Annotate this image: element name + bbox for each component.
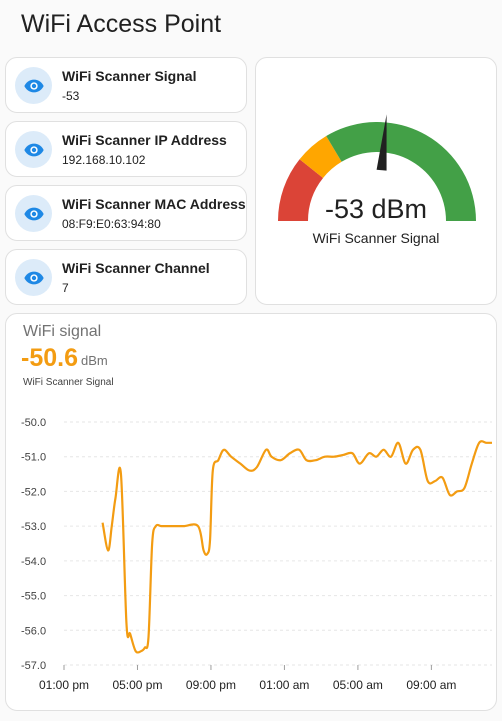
eye-icon <box>15 259 52 296</box>
line-chart: -50.0 -51.0 -52.0 -53.0 -54.0 -55.0 -56.0 -57.0… <box>21 417 492 692</box>
y-tick-label: -50.0 <box>21 417 46 429</box>
gauge-dial <box>278 114 477 221</box>
eye-icon <box>15 195 52 232</box>
entity-state: 08:F9:E0:63:94:80 <box>62 217 161 231</box>
x-tick-label: 05:00 am <box>333 678 383 692</box>
entity-name: WiFi Scanner IP Address <box>62 132 227 148</box>
history-graph-card[interactable]: WiFi signal -50.6 dBm WiFi Scanner Signa… <box>5 313 497 711</box>
entity-state: 192.168.10.102 <box>62 153 146 167</box>
entity-card-channel[interactable]: WiFi Scanner Channel 7 <box>5 249 247 305</box>
entity-card-mac-address[interactable]: WiFi Scanner MAC Address 08:F9:E0:63:94:… <box>5 185 247 241</box>
y-tick-label: -56.0 <box>21 625 46 637</box>
gauge-label: WiFi Scanner Signal <box>312 230 440 246</box>
eye-icon <box>15 131 52 168</box>
eye-icon <box>15 67 52 104</box>
entity-card-ip-address[interactable]: WiFi Scanner IP Address 192.168.10.102 <box>5 121 247 177</box>
entity-state: 7 <box>62 281 69 295</box>
entity-name: WiFi Scanner Channel <box>62 260 210 276</box>
y-tick-label: -52.0 <box>21 486 46 498</box>
x-tick-label: 05:00 pm <box>112 678 162 692</box>
page-title: WiFi Access Point <box>21 10 222 38</box>
x-tick-label: 09:00 pm <box>186 678 236 692</box>
y-tick-label: -57.0 <box>21 660 46 672</box>
entity-name: WiFi Scanner MAC Address <box>62 196 246 212</box>
x-tick-label: 09:00 am <box>406 678 456 692</box>
series-line <box>101 440 492 654</box>
gauge-value: -53 dBm <box>324 194 428 224</box>
entity-name: WiFi Scanner Signal <box>62 68 197 84</box>
x-tick-label: 01:00 am <box>259 678 309 692</box>
y-tick-label: -51.0 <box>21 452 46 464</box>
y-tick-label: -53.0 <box>21 521 46 533</box>
entity-state: -53 <box>62 89 80 103</box>
entity-card-signal[interactable]: WiFi Scanner Signal -53 <box>5 57 247 113</box>
y-tick-label: -54.0 <box>21 556 46 568</box>
gauge-card[interactable]: -53 dBm WiFi Scanner Signal <box>255 57 497 305</box>
x-tick-label: 01:00 pm <box>39 678 89 692</box>
y-tick-label: -55.0 <box>21 591 46 603</box>
